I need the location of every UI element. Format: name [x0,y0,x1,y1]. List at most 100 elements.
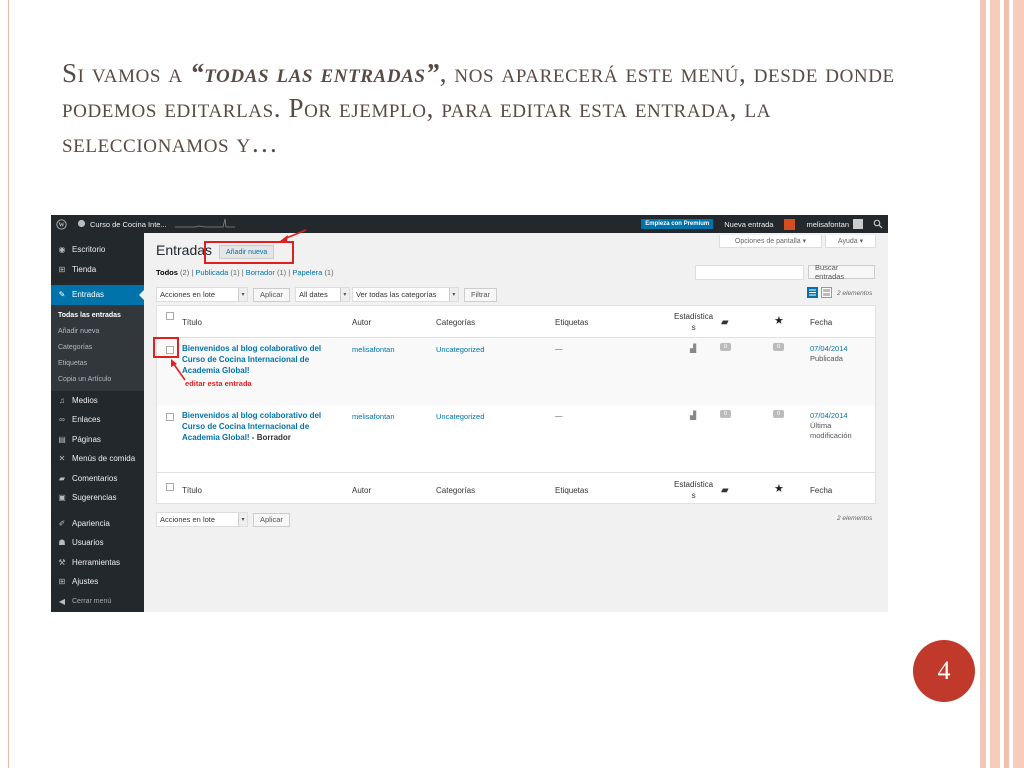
filter-trash-count: (1) [324,268,334,277]
search-icon[interactable] [868,215,888,233]
comment-count-bubble[interactable]: 0 [720,343,731,351]
comment-icon: ▰ [58,473,66,483]
sidebar-item-label: Escritorio [72,245,106,255]
sidebar-item-paginas[interactable]: ▤ Páginas [51,430,144,450]
column-stats: Estadística s [674,479,713,501]
table-row: Bienvenidos al blog colaborativo del Cur… [157,338,875,405]
categories-select[interactable]: Ver todas las categorías ▾ [351,287,459,302]
new-entry-link[interactable]: Nueva entrada [719,215,778,233]
site-name-link[interactable]: Curso de Cocina Inte... [72,215,240,233]
top-toolbar: Acciones en lote ▾ Aplicar All dates ▾ Ver… [156,287,498,302]
sidebar-item-label: Usuarios [72,538,104,548]
sidebar-item-sugerencias[interactable]: ▣ Sugerencias [51,488,144,508]
filter-all[interactable]: Todos [156,268,178,277]
column-tags: Etiquetas [555,486,589,495]
submenu-item-copia[interactable]: Copia un Artículo [51,372,144,388]
stats-chart-icon[interactable]: ▟ [690,344,696,353]
sidebar-item-escritorio[interactable]: ◉ Escritorio [51,240,144,260]
filter-draft-count: (1) [277,268,287,277]
column-author: Autor [352,318,372,327]
column-stats-line1: Estadística [674,312,714,321]
list-view-icon[interactable] [807,287,818,298]
dates-select[interactable]: All dates ▾ [294,287,350,302]
wordpress-icon[interactable]: W [51,215,72,233]
filter-separator: | [191,268,194,277]
posts-table: Título Autor Categorías Etiquetas Estadí… [156,305,876,504]
sidebar-item-enlaces[interactable]: ∞ Enlaces [51,410,144,430]
star-count-bubble: 0 [773,410,784,418]
sidebar-item-medios[interactable]: ♫ Medios [51,391,144,411]
svg-text:W: W [58,222,64,228]
annotation-label: editar esta entrada [185,379,252,388]
bottom-toolbar: Acciones en lote ▾ Aplicar [156,512,290,527]
sidebar-item-entradas[interactable]: ✎ Entradas [51,285,144,305]
comment-column-icon: ▰ [721,485,729,496]
search-posts-button[interactable]: Buscar entradas [808,263,875,281]
column-title[interactable]: Título [182,318,202,327]
sidebar-item-usuarios[interactable]: ☗ Usuarios [51,533,144,553]
admin-sidebar: ◉ Escritorio ⊞ Tienda ✎ Entradas Todas las … [51,233,144,612]
apply-button[interactable]: Aplicar [253,287,290,302]
help-button[interactable]: Ayuda ▾ [825,235,876,248]
post-author[interactable]: melisafontan [352,412,395,421]
sidebar-item-ajustes[interactable]: ⊞ Ajustes [51,572,144,592]
sidebar-item-tienda[interactable]: ⊞ Tienda [51,260,144,280]
sidebar-item-menus[interactable]: ✕ Menús de comida [51,449,144,469]
sidebar-item-label: Apariencia [72,518,110,528]
submenu-item-categorias[interactable]: Categorías [51,340,144,356]
row-checkbox[interactable] [166,413,174,421]
search-input[interactable] [695,265,804,280]
post-title-link[interactable]: Bienvenidos al blog colaborativo del Cur… [182,343,327,376]
media-icon: ♫ [59,395,65,405]
premium-button[interactable]: Empieza con Premium [641,219,714,229]
column-categories: Categorías [436,486,476,495]
filter-published[interactable]: Publicada [195,268,228,277]
status-filters: Todos (2) | Publicada (1) | Borrador (1)… [156,268,334,277]
star-icon: ★ [774,483,784,495]
post-title-link[interactable]: Bienvenidos al blog colaborativo del Cur… [182,410,327,443]
dashboard-icon: ◉ [58,245,66,255]
food-icon: ✕ [58,454,66,464]
sidebar-item-cerrar[interactable]: ◀ Cerrar menú [51,592,144,612]
stats-chart-icon[interactable]: ▟ [690,411,696,420]
filter-draft[interactable]: Borrador [246,268,275,277]
star-count-bubble: 0 [773,343,784,351]
filter-trash[interactable]: Papelera [292,268,322,277]
column-tags: Etiquetas [555,318,589,327]
sidebar-item-apariencia[interactable]: ✐ Apariencia [51,514,144,534]
sidebar-item-label: Páginas [72,434,101,444]
user-menu[interactable]: melisafontan [801,215,868,233]
post-tags: — [555,344,563,353]
post-category[interactable]: Uncategorized [436,412,484,421]
sidebar-item-herramientas[interactable]: ⚒ Herramientas [51,553,144,573]
bulk-actions-select[interactable]: Acciones en lote ▾ [156,287,248,302]
notifications-icon[interactable] [784,218,796,230]
filter-separator: | [241,268,244,277]
comment-count-bubble[interactable]: 0 [720,410,731,418]
select-all-checkbox[interactable] [166,312,174,320]
submenu-item-todas[interactable]: Todas las entradas [51,308,144,324]
highlight-arrow-icon [280,229,307,241]
bulk-actions-select[interactable]: Acciones en lote ▾ [156,512,248,527]
column-date[interactable]: Fecha [810,486,832,495]
column-title[interactable]: Título [182,486,202,495]
activity-sparkline-icon [174,218,235,230]
sidebar-item-label: Herramientas [72,557,121,567]
checkbox-highlight [153,337,179,358]
submenu-item-anadir[interactable]: Añadir nueva [51,324,144,340]
screen-options-button[interactable]: Opciones de pantalla ▾ [719,235,822,248]
home-icon [77,219,86,230]
column-date[interactable]: Fecha [810,318,832,327]
sidebar-item-comentarios[interactable]: ▰ Comentarios [51,469,144,489]
select-all-checkbox[interactable] [166,483,174,491]
filter-button[interactable]: Filtrar [463,287,498,302]
apply-button[interactable]: Aplicar [253,512,290,527]
cart-icon: ⊞ [58,264,66,274]
post-category[interactable]: Uncategorized [436,345,484,354]
post-date-value: 07/04/2014 [810,411,848,420]
submenu-item-etiquetas[interactable]: Etiquetas [51,356,144,372]
post-author[interactable]: melisafontan [352,345,395,354]
column-stats: Estadística s [674,311,713,333]
excerpt-view-icon[interactable] [821,287,832,298]
page-icon: ▤ [58,434,66,444]
